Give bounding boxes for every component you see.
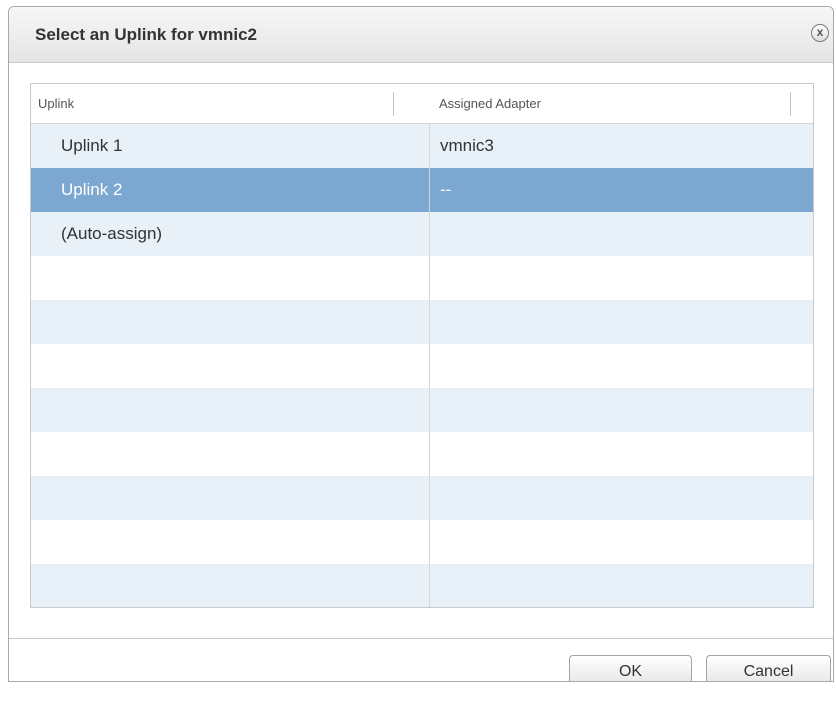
- close-icon[interactable]: x: [811, 24, 829, 42]
- empty-row: [31, 476, 813, 520]
- empty-row: [31, 300, 813, 344]
- adapter-cell: vmnic3: [440, 136, 494, 155]
- empty-row: [31, 344, 813, 388]
- column-resize-handle[interactable]: [393, 92, 394, 116]
- uplink-table: Uplink Assigned Adapter Uplink 1 vmnic3 …: [30, 83, 814, 608]
- uplink-cell: Uplink 1: [61, 136, 123, 155]
- table-header: Uplink Assigned Adapter: [31, 84, 813, 124]
- adapter-cell: [429, 212, 813, 256]
- empty-row: [31, 564, 813, 607]
- footer-divider: [9, 638, 833, 639]
- adapter-cell: --: [440, 180, 452, 199]
- empty-row: [31, 520, 813, 564]
- select-uplink-dialog: Select an Uplink for vmnic2 x Uplink Ass…: [8, 6, 834, 682]
- ok-button[interactable]: OK: [569, 655, 692, 681]
- uplink-cell: (Auto-assign): [61, 224, 163, 243]
- table-row[interactable]: Uplink 1 vmnic3: [31, 124, 813, 168]
- uplink-cell: Uplink 2: [61, 180, 123, 199]
- table-row[interactable]: (Auto-assign): [31, 212, 813, 256]
- dialog-titlebar: Select an Uplink for vmnic2 x: [9, 7, 833, 63]
- column-divider: [429, 124, 430, 607]
- column-header-uplink[interactable]: Uplink: [31, 84, 429, 124]
- table-body: Uplink 1 vmnic3 Uplink 2 -- (Auto-assign…: [31, 124, 813, 607]
- dialog-title: Select an Uplink for vmnic2: [35, 25, 258, 44]
- empty-row: [31, 388, 813, 432]
- empty-row: [31, 256, 813, 300]
- cancel-button[interactable]: Cancel: [706, 655, 831, 681]
- empty-row: [31, 432, 813, 476]
- column-header-assigned-adapter[interactable]: Assigned Adapter: [429, 84, 813, 124]
- table-row[interactable]: Uplink 2 --: [31, 168, 813, 212]
- column-resize-handle[interactable]: [790, 92, 791, 116]
